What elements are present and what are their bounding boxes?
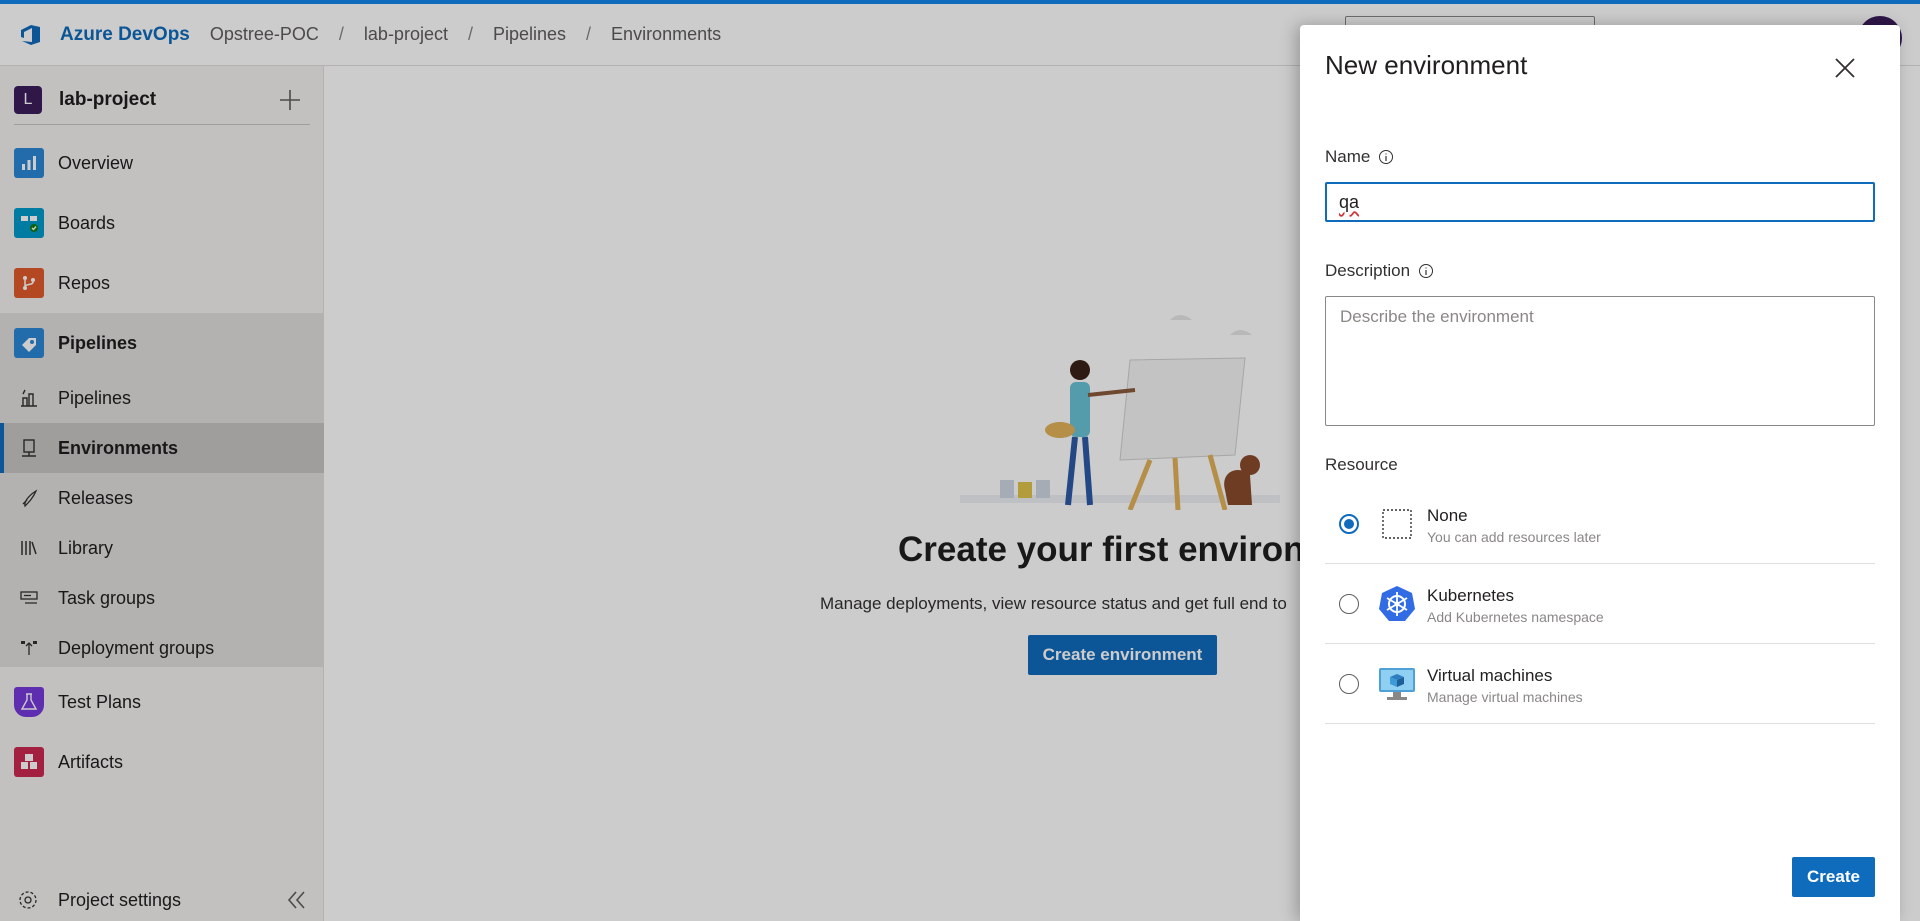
- kubernetes-icon: [1377, 584, 1417, 624]
- dotted-square-icon: [1377, 504, 1417, 544]
- info-icon[interactable]: [1378, 149, 1394, 165]
- radio-virtual-machines[interactable]: [1339, 674, 1359, 694]
- radio-kubernetes[interactable]: [1339, 594, 1359, 614]
- resource-label: Resource: [1325, 455, 1398, 474]
- name-label-text: Name: [1325, 147, 1371, 166]
- resource-option-none[interactable]: None You can add resources later: [1325, 484, 1875, 564]
- option-subtitle: Add Kubernetes namespace: [1427, 609, 1604, 625]
- create-button[interactable]: Create: [1792, 857, 1875, 897]
- close-icon[interactable]: [1830, 53, 1860, 83]
- description-field[interactable]: [1325, 296, 1875, 426]
- resource-option-virtual-machines[interactable]: Virtual machines Manage virtual machines: [1325, 644, 1875, 724]
- new-environment-panel: New environment Name qa Description Reso…: [1300, 25, 1900, 921]
- description-label-text: Description: [1325, 261, 1411, 280]
- name-label: Name: [1325, 147, 1394, 167]
- option-title: None: [1427, 506, 1468, 525]
- name-field-value: qa: [1339, 191, 1360, 212]
- info-icon[interactable]: [1418, 263, 1434, 279]
- option-title: Virtual machines: [1427, 666, 1553, 685]
- option-subtitle: You can add resources later: [1427, 529, 1601, 545]
- resource-option-kubernetes[interactable]: Kubernetes Add Kubernetes namespace: [1325, 564, 1875, 644]
- top-accent-strip: [0, 0, 1920, 4]
- name-field[interactable]: qa: [1325, 182, 1875, 222]
- description-label: Description: [1325, 261, 1434, 281]
- virtual-machine-icon: [1377, 664, 1417, 704]
- radio-none[interactable]: [1339, 514, 1359, 534]
- option-subtitle: Manage virtual machines: [1427, 689, 1583, 705]
- option-title: Kubernetes: [1427, 586, 1514, 605]
- panel-title: New environment: [1325, 50, 1528, 80]
